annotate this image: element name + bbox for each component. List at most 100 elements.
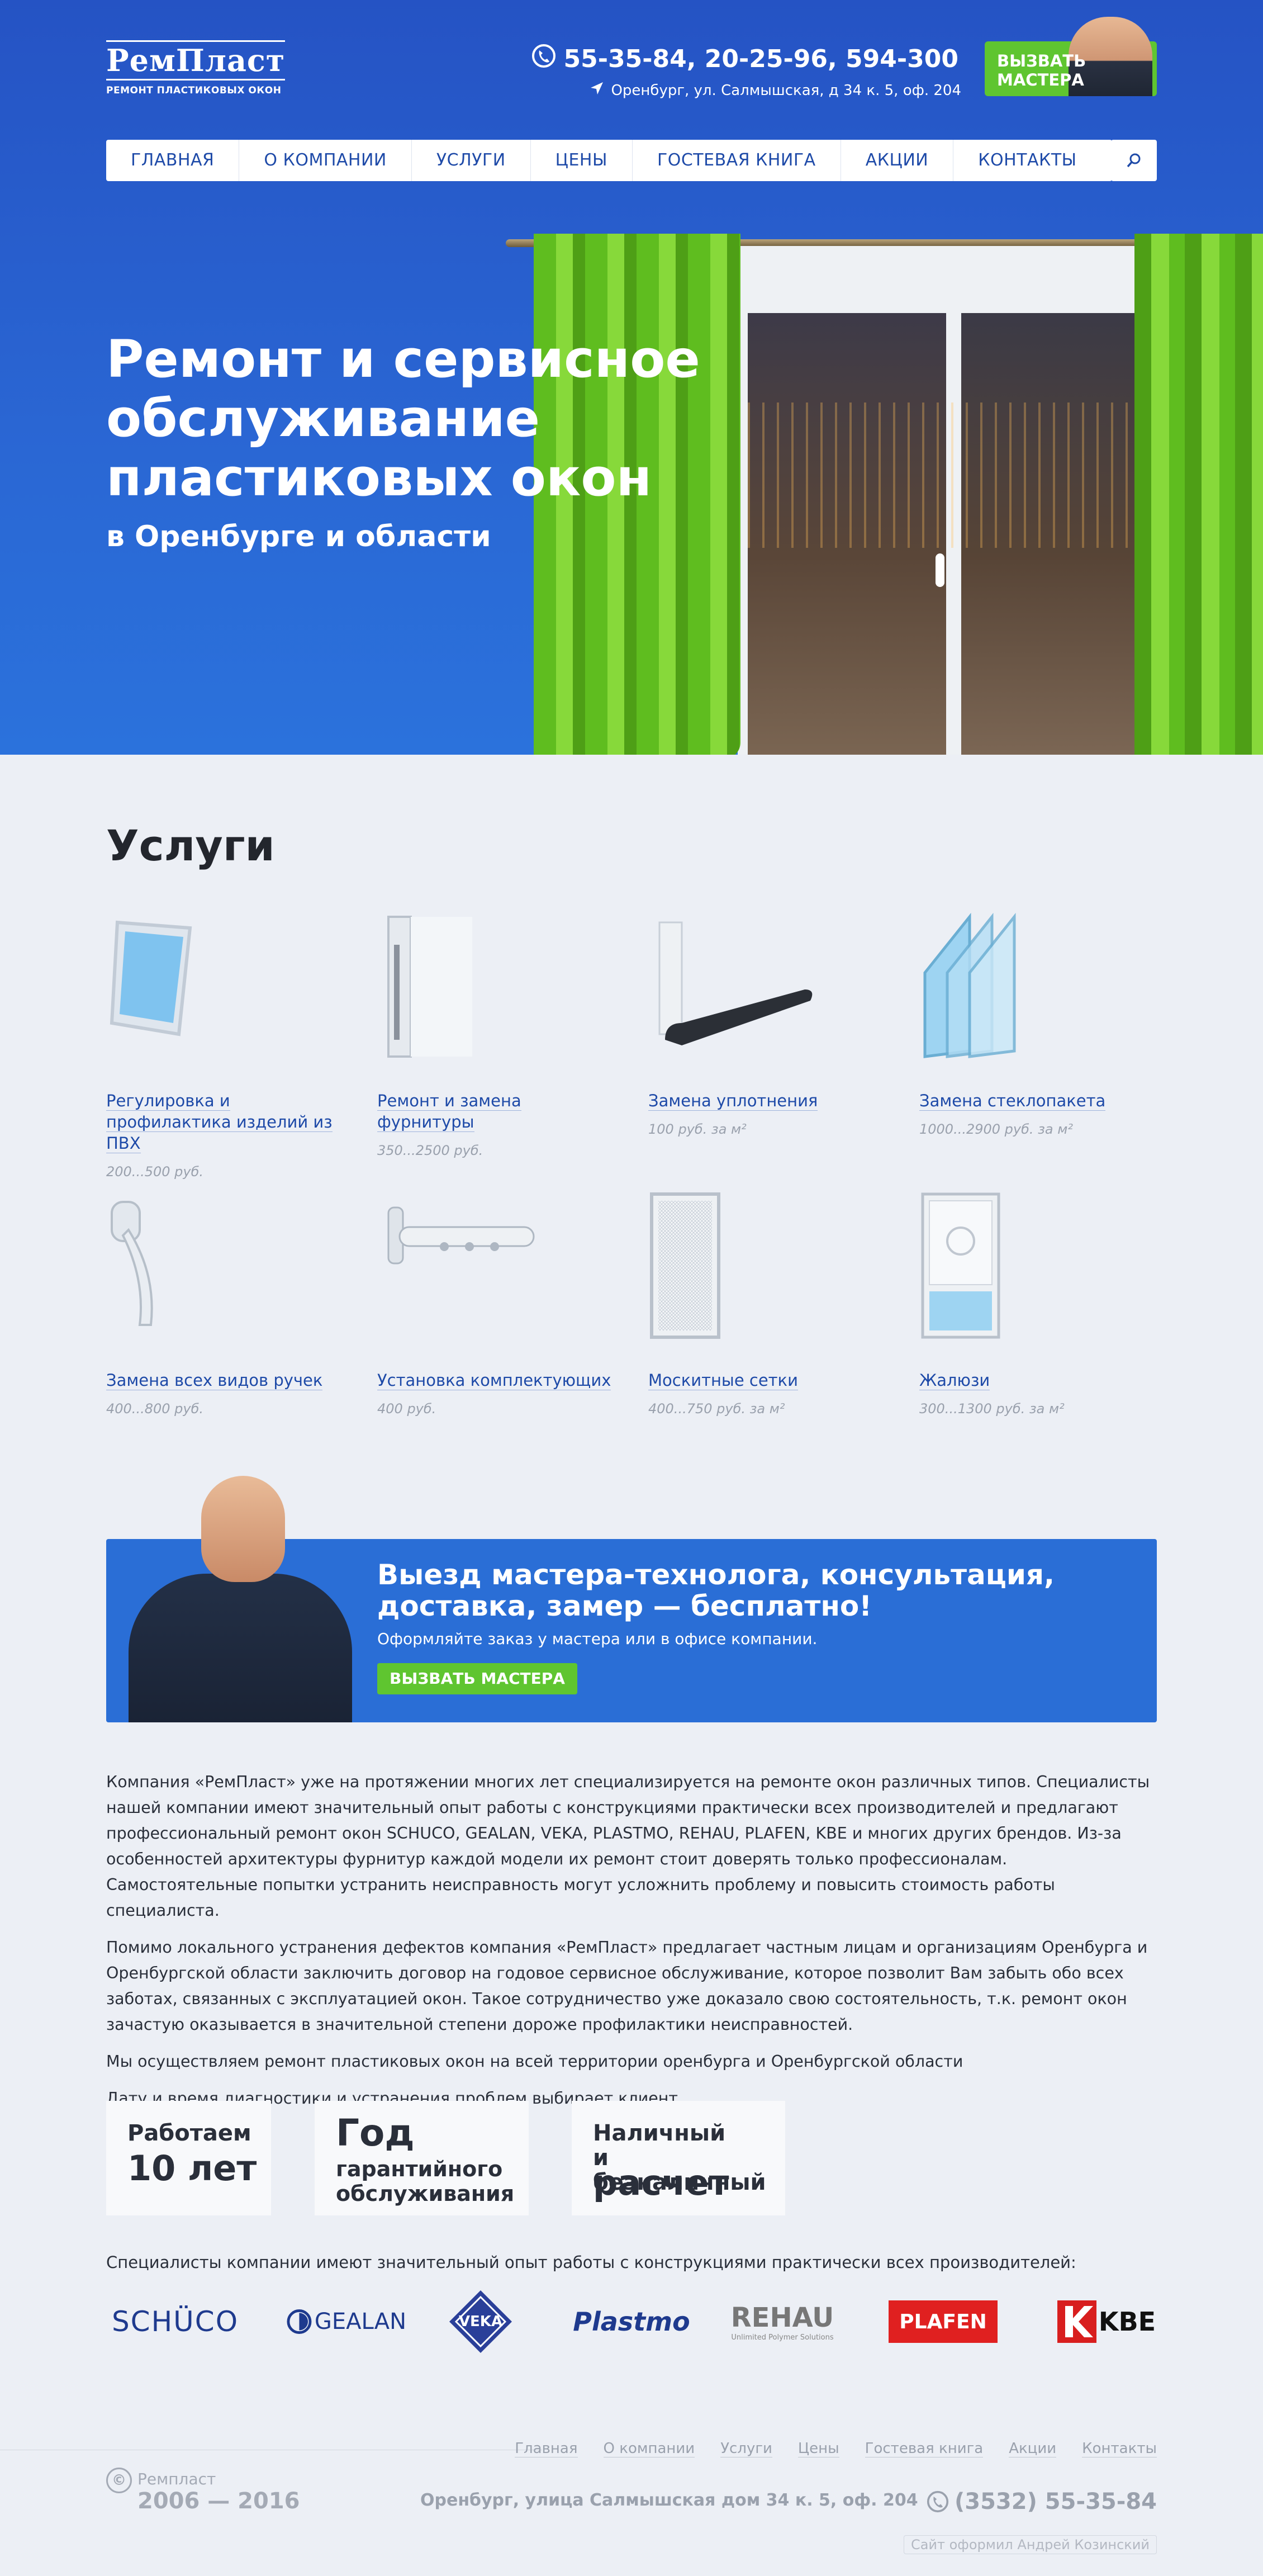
about-paragraph: Мы осуществляем ремонт пластиковых окон … (106, 2052, 963, 2071)
service-price: 300...1300 руб. за м² (919, 1401, 1065, 1417)
window-handle (936, 553, 944, 587)
footer-nav-item[interactable]: Услуги (720, 2440, 772, 2457)
service-seal: Замена уплотнения 100 руб. за м² (648, 911, 894, 1137)
nav-item[interactable]: О КОМПАНИИ (239, 140, 412, 181)
brand-veka-logo: VEKA (447, 2290, 514, 2353)
footer-nav-item[interactable]: Главная (515, 2440, 578, 2457)
brand-plastmo-logo: Plastmo (573, 2296, 690, 2347)
call-master-button[interactable]: ВЫЗВАТЬ МАСТЕРА (985, 17, 1157, 96)
city-lights (748, 402, 1151, 548)
copyright: © Ремпласт 2006 — 2016 (106, 2468, 300, 2514)
services-title: Услуги (106, 821, 275, 870)
service-price: 400...800 руб. (106, 1401, 203, 1417)
footer-nav-item[interactable]: Гостевая книга (865, 2440, 984, 2457)
copyright-name: Ремпласт (137, 2470, 216, 2488)
service-link[interactable]: Установка комплектующих (377, 1371, 611, 1390)
service-link[interactable]: Ремонт и замена фурнитуры (377, 1091, 521, 1132)
service-image[interactable] (106, 1191, 352, 1342)
hero-title: Ремонт и сервисное обслуживание пластико… (106, 329, 700, 508)
brand-plafen-logo: PLAFEN (889, 2296, 998, 2347)
footer-address: Оренбург, улица Салмышская дом 34 к. 5, … (420, 2490, 918, 2510)
about-paragraph: Компания «РемПласт» уже на протяжении мн… (106, 1773, 1150, 1920)
master-body (129, 1574, 352, 1722)
about-paragraph: Помимо локального устранения дефектов ко… (106, 1938, 1148, 2034)
footer-nav: Главная О компании Услуги Цены Гостевая книг… (515, 2440, 1157, 2457)
brand-name: KBE (1098, 2307, 1156, 2337)
footer-phone-number[interactable]: (3532) 55-35-84 (955, 2489, 1157, 2515)
nav-item[interactable]: ЦЕНЫ (531, 140, 633, 181)
search-icon (1127, 153, 1141, 168)
service-link[interactable]: Замена уплотнения (648, 1091, 818, 1111)
main-nav: ГЛАВНАЯ О КОМПАНИИ УСЛУГИ ЦЕНЫ ГОСТЕВАЯ КНИГ… (106, 140, 1112, 181)
service-price: 400...750 руб. за м² (648, 1401, 785, 1417)
phone-icon (927, 2490, 949, 2513)
brand-schuco-logo: SCHÜCO (104, 2296, 246, 2347)
hero-section: РемПласт РЕМОНТ ПЛАСТИКОВЫХ ОКОН 55-35-8… (0, 0, 1263, 755)
address-text: Оренбург, ул. Салмышская, д 34 к. 5, оф.… (611, 82, 961, 99)
footer-nav-item[interactable]: Акции (1009, 2440, 1057, 2457)
service-price: 400 руб. (377, 1401, 436, 1417)
service-link[interactable]: Замена всех видов ручек (106, 1371, 323, 1390)
service-image[interactable] (648, 911, 894, 1062)
brand-name: VEKA (458, 2313, 503, 2330)
brand-gealan-logo: GEALAN (286, 2296, 406, 2347)
nav-item[interactable]: ГОСТЕВАЯ КНИГА (633, 140, 841, 181)
footer-phone: (3532) 55-35-84 (927, 2489, 1157, 2515)
phone-numbers[interactable]: 55-35-84, 20-25-96, 594-300 (564, 45, 958, 73)
service-price: 1000...2900 руб. за м² (919, 1121, 1073, 1137)
location-arrow-icon (590, 81, 604, 100)
service-glass-unit: Замена стеклопакета 1000...2900 руб. за м… (919, 911, 1165, 1137)
service-image[interactable] (648, 1191, 894, 1342)
service-image[interactable] (377, 1191, 623, 1342)
service-image[interactable] (919, 911, 1165, 1062)
footer-nav-item[interactable]: Контакты (1082, 2440, 1157, 2457)
footer-nav-item[interactable]: Цены (797, 2440, 839, 2457)
feature-warranty: Год гарантийного обслуживания (315, 2101, 529, 2215)
service-link[interactable]: Регулировка и профилактика изделий из ПВ… (106, 1091, 333, 1153)
brands-title: Специалисты компании имеют значительный … (106, 2253, 1076, 2272)
service-link[interactable]: Замена стеклопакета (919, 1091, 1106, 1111)
brand-name: GEALAN (314, 2309, 406, 2334)
brand-rehau-logo: REHAU Unlimited Polymer Solutions (727, 2296, 838, 2347)
nav-item[interactable]: УСЛУГИ (412, 140, 531, 181)
promo-subtitle: Оформляйте заказ у мастера или в офисе к… (377, 1630, 818, 1648)
service-image[interactable] (377, 911, 623, 1062)
logo-subtitle: РЕМОНТ ПЛАСТИКОВЫХ ОКОН (106, 85, 282, 96)
brand-name: PLAFEN (899, 2310, 987, 2333)
promo-call-button[interactable]: ВЫЗВАТЬ МАСТЕРА (377, 1663, 577, 1694)
nav-item[interactable]: ГЛАВНАЯ (106, 140, 240, 181)
gealan-circle-icon (287, 2309, 312, 2334)
master-photo (117, 1476, 352, 1722)
brand-kbe-logo: KBE (1056, 2296, 1157, 2347)
header-phones: 55-35-84, 20-25-96, 594-300 (531, 44, 958, 74)
nav-item[interactable]: АКЦИИ (841, 140, 954, 181)
feature-line2: расчет (593, 2162, 729, 2203)
service-mosquito-nets: Москитные сетки 400...750 руб. за м² (648, 1191, 894, 1417)
service-image[interactable] (106, 911, 352, 1062)
kbe-k-icon (1057, 2300, 1096, 2343)
hero-subtitle: в Оренбурге и области (106, 520, 491, 553)
service-link[interactable]: Москитные сетки (648, 1371, 798, 1390)
promo-title: Выезд мастера-технолога, консультация, д… (377, 1559, 1055, 1622)
designer-credit[interactable]: Сайт оформил Андрей Козинский (903, 2535, 1157, 2554)
about-text: Компания «РемПласт» уже на протяжении мн… (106, 1769, 1157, 2123)
feature-line1: Год (336, 2111, 415, 2154)
service-link[interactable]: Жалюзи (919, 1371, 990, 1390)
feature-line1: Работаем (127, 2120, 251, 2146)
service-price: 350...2500 руб. (377, 1143, 483, 1158)
copyright-icon: © (106, 2468, 132, 2493)
nav-item[interactable]: КОНТАКТЫ (953, 140, 1101, 181)
search-button[interactable] (1111, 140, 1157, 181)
service-blinds: Жалюзи 300...1300 руб. за м² (919, 1191, 1165, 1417)
rehau-tagline: Unlimited Polymer Solutions (731, 2333, 834, 2342)
service-image[interactable] (919, 1191, 1165, 1342)
footer-nav-item[interactable]: О компании (603, 2440, 695, 2457)
service-handles: Замена всех видов ручек 400...800 руб. (106, 1191, 352, 1417)
service-price: 200...500 руб. (106, 1164, 203, 1180)
logo[interactable]: РемПласт РЕМОНТ ПЛАСТИКОВЫХ ОКОН (106, 40, 286, 96)
service-pvc-adjustment: Регулировка и профилактика изделий из ПВ… (106, 911, 352, 1180)
feature-payment: Наличный и безналичный расчет (572, 2101, 785, 2215)
brand-name: Plastmo (573, 2307, 690, 2337)
feature-years: Работаем 10 лет (106, 2101, 271, 2215)
header-address: Оренбург, ул. Салмышская, д 34 к. 5, оф.… (590, 81, 961, 100)
